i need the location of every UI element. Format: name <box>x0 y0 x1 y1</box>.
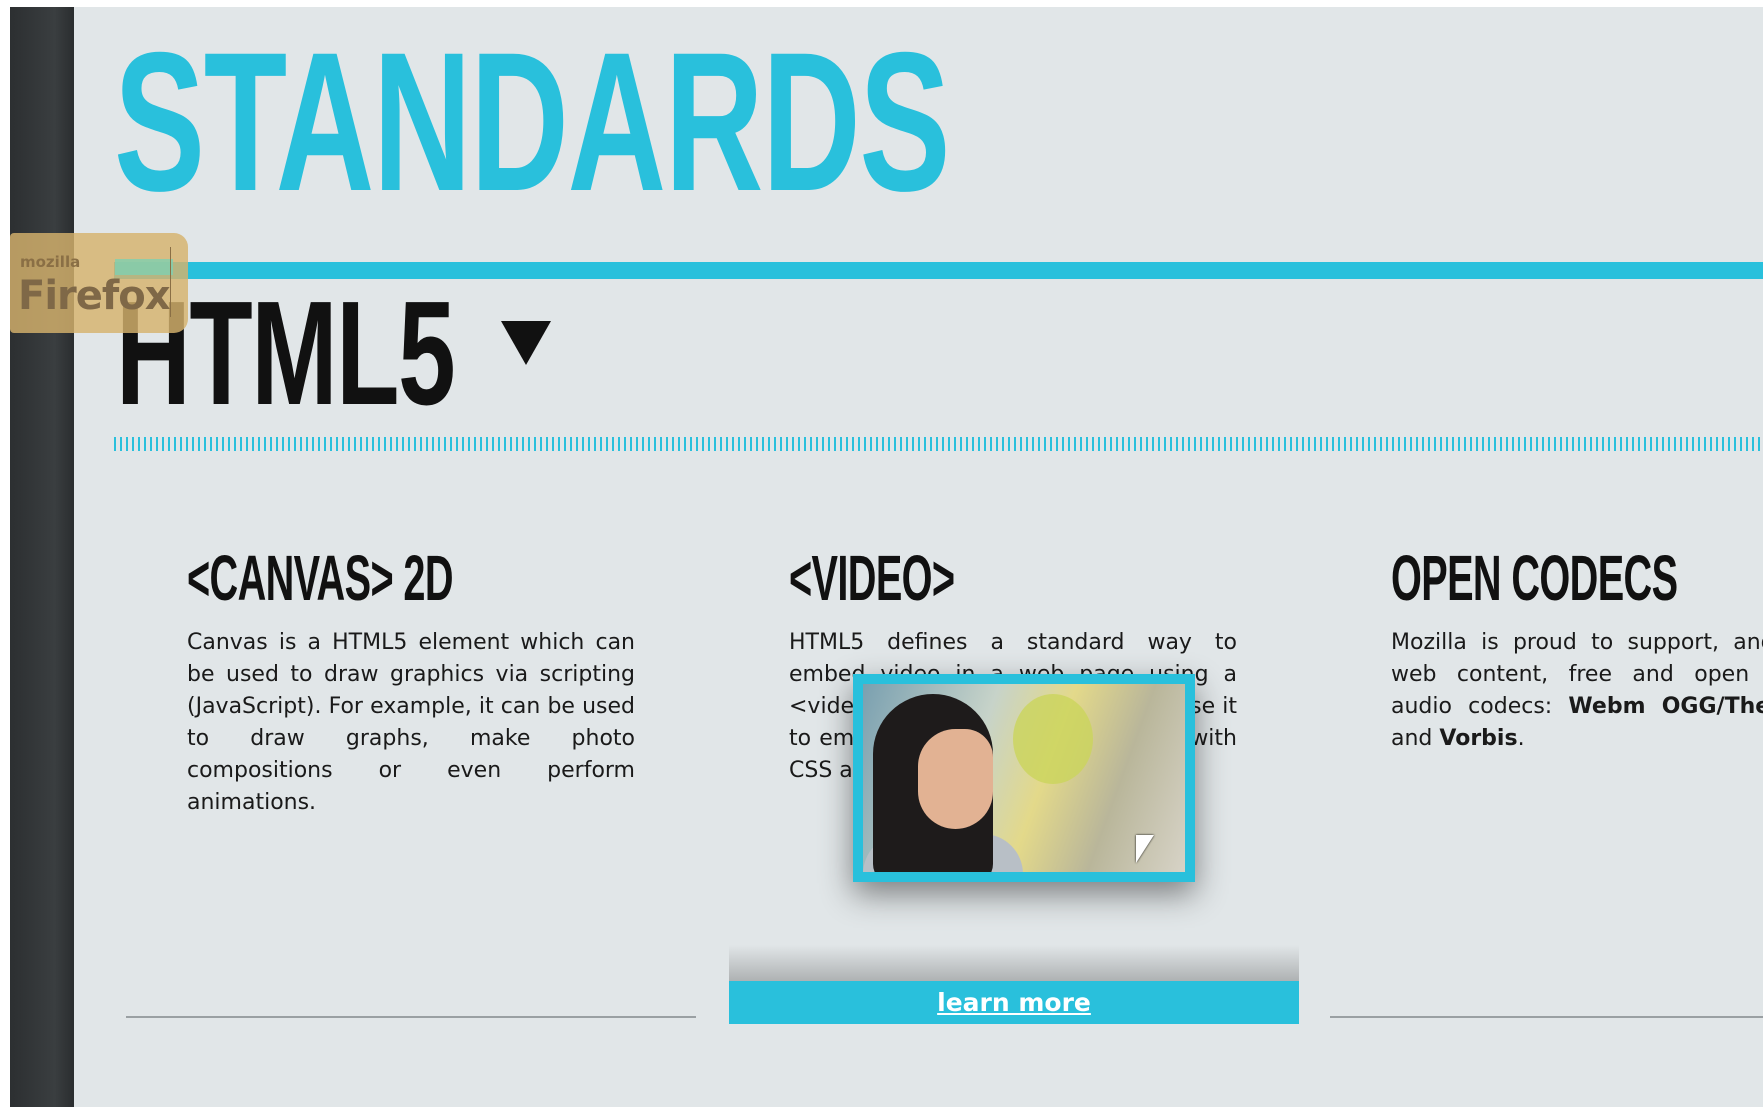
badge-mozilla-text: mozilla <box>20 253 81 271</box>
codecs-and: and <box>1391 726 1440 751</box>
codecs-end: . <box>1517 726 1525 751</box>
canvas-description: Canvas is a HTML5 element which can be u… <box>187 630 635 815</box>
video-person-face <box>918 729 993 829</box>
triangle-down-icon[interactable] <box>501 321 551 365</box>
badge-firefox-text: Firefox <box>18 273 171 319</box>
codecs-heading: OPEN CODECS <box>1391 542 1678 614</box>
codec-ogg-theora: OGG/Theora <box>1661 694 1763 719</box>
page-frame: STANDARDS HTML5 mozilla Firefox <CANVAS>… <box>10 7 1763 1107</box>
codec-vorbis: Vorbis <box>1439 726 1518 751</box>
codecs-column: OPEN CODECS Mozilla is proud to support,… <box>1391 542 1763 755</box>
section-divider <box>114 437 1763 451</box>
video-bg-foliage <box>1013 694 1093 784</box>
badge-edge <box>170 247 183 317</box>
mouse-cursor-icon <box>1136 835 1154 863</box>
left-sidebar <box>10 7 74 1107</box>
video-heading: <VIDEO> <box>789 542 955 614</box>
codecs-description: Mozilla is proud to support, and to web … <box>1391 627 1763 755</box>
page-title: STANDARDS <box>114 11 951 232</box>
codec-webm: Webm <box>1568 694 1646 719</box>
canvas-heading: <CANVAS> 2D <box>187 542 454 614</box>
codecs-shelf <box>1330 1016 1763 1018</box>
canvas-shelf <box>126 1016 696 1018</box>
learn-more-link[interactable]: learn more <box>729 981 1299 1024</box>
badge-strip <box>115 259 173 275</box>
video-shelf-shadow <box>729 945 1299 981</box>
firefox-badge[interactable]: mozilla Firefox <box>10 233 188 333</box>
canvas-column: <CANVAS> 2D Canvas is a HTML5 element wh… <box>187 542 635 819</box>
